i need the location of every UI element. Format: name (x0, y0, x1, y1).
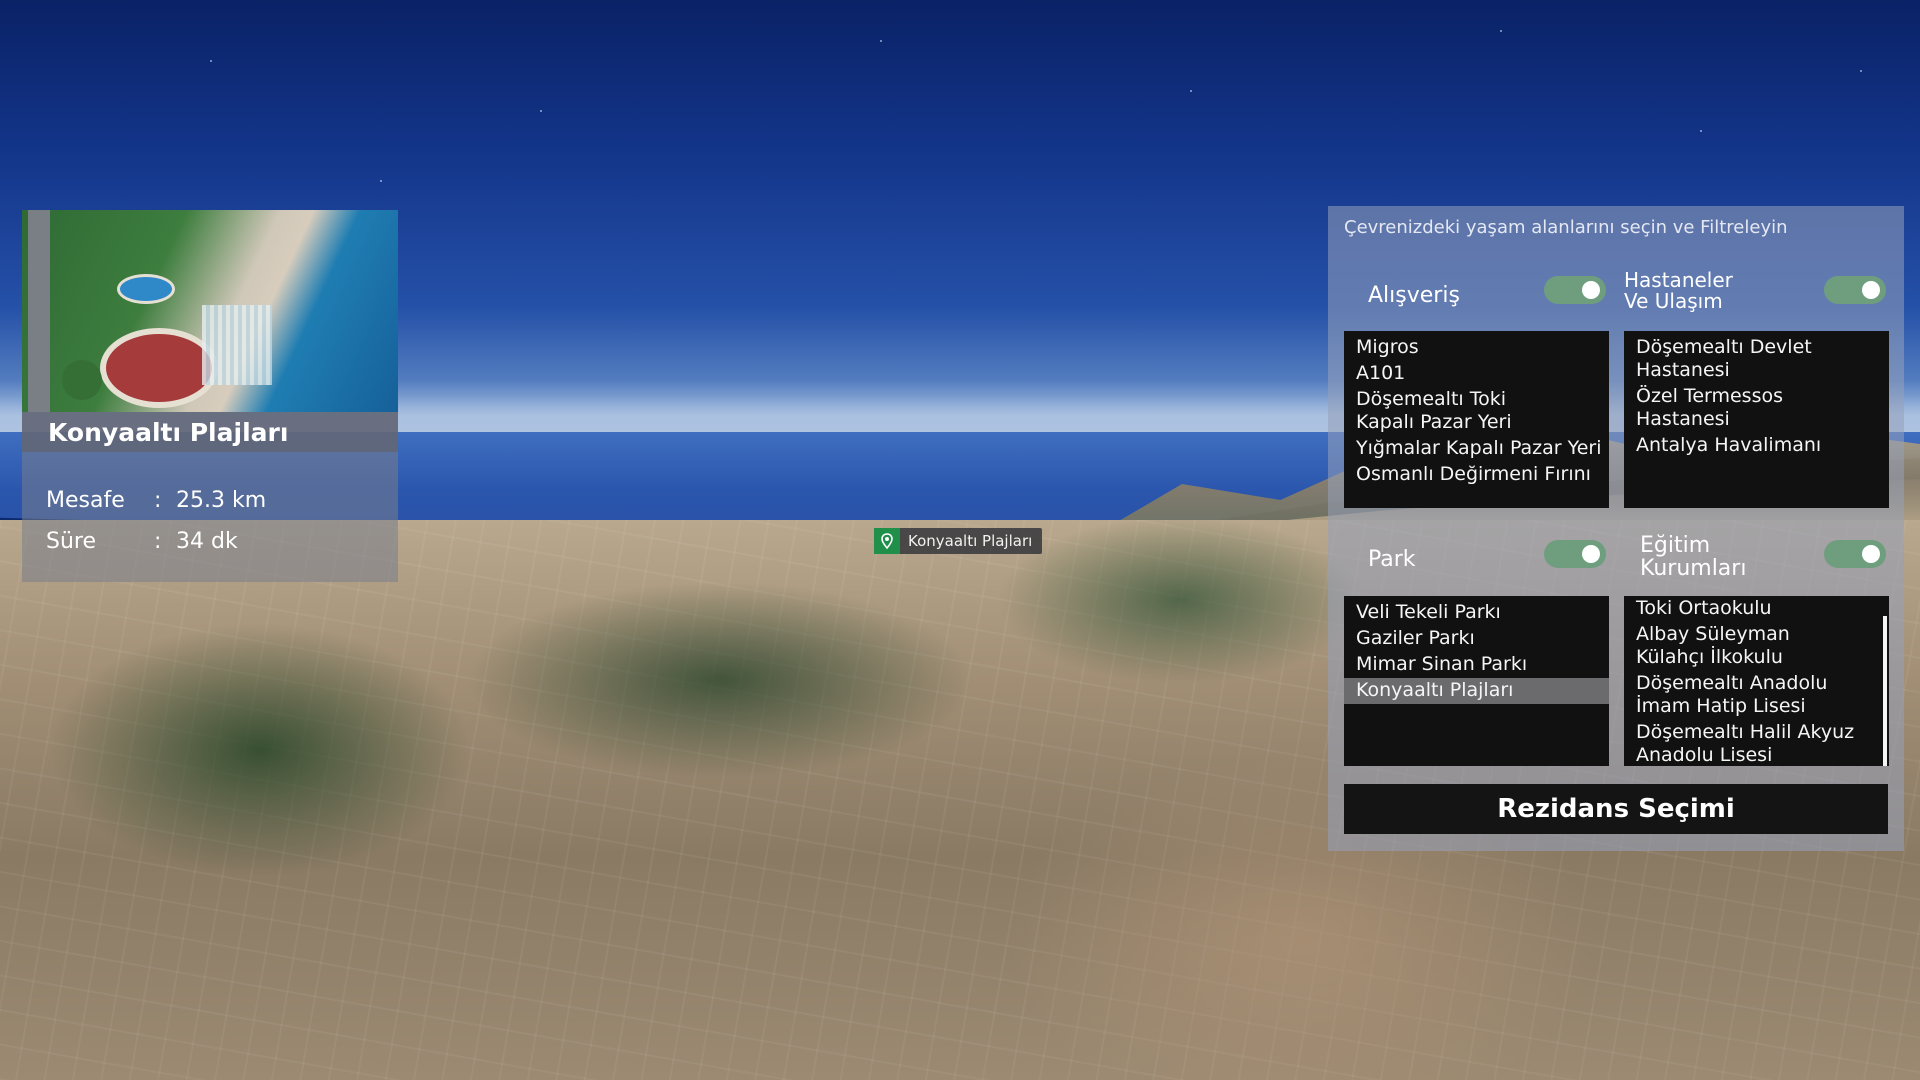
list-item[interactable]: Migros (1344, 335, 1609, 361)
list-item-selected[interactable]: Konyaaltı Plajları (1344, 678, 1609, 704)
shopping-list[interactable]: Migros A101 Döşemealtı Toki Kapalı Pazar… (1344, 331, 1609, 508)
category-education-header: Eğitim Kurumları (1640, 534, 1746, 580)
list-item[interactable]: Gaziler Parkı (1344, 626, 1609, 652)
marker-label: Konyaaltı Plajları (908, 532, 1033, 550)
map-pin-icon (874, 528, 900, 554)
education-list[interactable]: Toki Ortaokulu Albay Süleyman Külahçı İl… (1624, 596, 1889, 766)
hospitals-toggle[interactable] (1824, 276, 1886, 304)
list-item[interactable]: Döşemealtı Devlet Hastanesi (1624, 335, 1854, 384)
distance-row: Mesafe : 25.3 km (46, 480, 398, 521)
category-park-label: Park (1368, 547, 1416, 572)
filter-panel: Çevrenizdeki yaşam alanlarını seçin ve F… (1328, 206, 1904, 851)
list-item[interactable]: Antalya Havalimanı (1624, 433, 1889, 459)
education-toggle[interactable] (1824, 540, 1886, 568)
location-photo (22, 210, 398, 412)
list-item[interactable]: Albay Süleyman Külahçı İlkokulu (1624, 622, 1874, 671)
distance-separator: : (154, 488, 162, 513)
hospitals-list[interactable]: Döşemealtı Devlet Hastanesi Özel Termess… (1624, 331, 1889, 508)
panel-title: Çevrenizdeki yaşam alanlarını seçin ve F… (1344, 217, 1788, 238)
list-item[interactable]: Döşemealtı Anadolu İmam Hatip Lisesi (1624, 671, 1874, 720)
list-item[interactable]: Veli Tekeli Parkı (1344, 600, 1609, 626)
shopping-toggle[interactable] (1544, 276, 1606, 304)
park-toggle[interactable] (1544, 540, 1606, 568)
duration-label: Süre (46, 529, 97, 554)
list-item[interactable]: Osmanlı Değirmeni Fırını (1344, 462, 1609, 488)
list-item[interactable]: Özel Termessos Hastanesi (1624, 384, 1854, 433)
location-title: Konyaaltı Plajları (48, 417, 289, 447)
duration-separator: : (154, 529, 162, 554)
map-marker[interactable]: Konyaaltı Plajları (874, 528, 1043, 554)
education-list-scrollbar[interactable] (1883, 616, 1887, 766)
category-education-label-line1: Eğitim (1640, 533, 1711, 558)
list-item[interactable]: Mimar Sinan Parkı (1344, 652, 1609, 678)
park-list[interactable]: Veli Tekeli Parkı Gaziler Parkı Mimar Si… (1344, 596, 1609, 766)
list-item[interactable]: Toki Ortaokulu (1624, 596, 1889, 622)
category-hospitals-label-line1: Hastaneler (1624, 268, 1733, 292)
info-title-bar: Konyaaltı Plajları (22, 412, 398, 452)
category-hospitals-header: Hastaneler Ve Ulaşım (1624, 270, 1733, 312)
list-item[interactable]: Yığmalar Kapalı Pazar Yeri (1344, 436, 1609, 462)
category-park-header: Park (1368, 548, 1416, 571)
duration-value: 34 dk (176, 529, 238, 554)
location-info-card: Konyaaltı Plajları Mesafe : 25.3 km Süre… (22, 210, 398, 582)
list-item[interactable]: Döşemealtı Halil Akyuz Anadolu Lisesi (1624, 720, 1874, 766)
category-shopping-label: Alışveriş (1368, 283, 1460, 308)
list-item[interactable]: A101 (1344, 361, 1609, 387)
category-shopping-header: Alışveriş (1368, 284, 1460, 307)
duration-row: Süre : 34 dk (46, 521, 398, 562)
list-item[interactable]: Döşemealtı Toki Kapalı Pazar Yeri (1344, 387, 1544, 436)
distance-value: 25.3 km (176, 488, 267, 513)
category-education-label-line2: Kurumları (1640, 556, 1747, 582)
distance-label: Mesafe (46, 488, 125, 513)
residence-selection-button[interactable]: Rezidans Seçimi (1344, 784, 1888, 834)
category-hospitals-label-line2: Ve Ulaşım (1624, 289, 1723, 313)
